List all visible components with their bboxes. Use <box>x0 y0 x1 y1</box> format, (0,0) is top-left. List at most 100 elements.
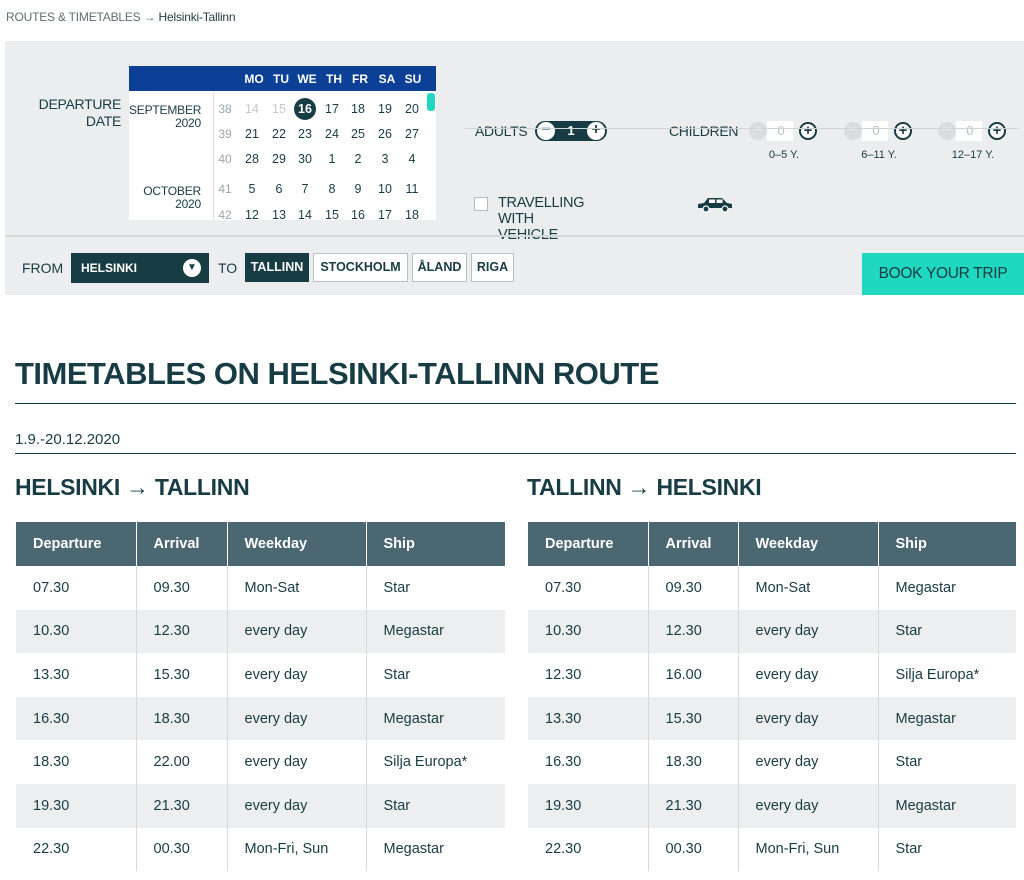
calendar-day[interactable]: 16 <box>294 98 316 120</box>
table-cell: every day <box>738 653 879 697</box>
timetable-helsinki-tallinn: Departure Arrival Weekday Ship 07.30 09.3… <box>16 522 505 872</box>
calendar-day[interactable]: 18 <box>345 102 371 116</box>
calendar-day[interactable]: 1 <box>319 152 345 166</box>
calendar-day[interactable]: 22 <box>266 127 292 141</box>
table-cell: every day <box>227 783 367 828</box>
calendar-day[interactable]: 10 <box>372 182 398 196</box>
table-cell: Mon-Fri, Sun <box>738 827 879 872</box>
calendar-day[interactable]: 21 <box>239 127 265 141</box>
children-6-11-minus-button[interactable]: − <box>844 122 862 140</box>
destination-aland-button[interactable]: ÅLAND <box>412 253 467 282</box>
calendar-day[interactable]: 16 <box>345 208 371 220</box>
calendar-day[interactable]: 28 <box>239 152 265 166</box>
table-cell: 22.00 <box>136 740 228 784</box>
table-row: 22.30 00.30 Mon-Fri, Sun Star <box>528 827 1016 872</box>
table-cell: 16.30 <box>16 696 137 741</box>
calendar-week-number: 40 <box>218 152 232 166</box>
adults-stepper: − 1 + <box>535 121 607 141</box>
children-12-17-plus-button[interactable]: + <box>988 122 1006 140</box>
breadcrumb: ROUTES & TIMETABLES → Helsinki-Tallinn <box>6 10 236 24</box>
calendar-day[interactable]: 8 <box>319 182 345 196</box>
calendar-day[interactable]: 17 <box>372 208 398 220</box>
table-cell: 10.30 <box>528 609 649 654</box>
booking-divider <box>5 235 1024 237</box>
table-row: 10.30 12.30 every day Star <box>528 609 1016 654</box>
table-cell: Star <box>366 783 505 828</box>
calendar-day[interactable]: 19 <box>372 102 398 116</box>
table-cell: Silja Europa* <box>878 653 1016 697</box>
calendar-day[interactable]: 9 <box>345 182 371 196</box>
calendar-day[interactable]: 18 <box>399 208 425 220</box>
children-label: CHILDREN <box>669 123 739 139</box>
calendar-day[interactable]: 20 <box>399 102 425 116</box>
adults-label: ADULTS <box>475 123 528 139</box>
children-0-5-minus-button[interactable]: − <box>749 122 767 140</box>
table-row: 12.30 16.00 every day Silja Europa* <box>528 653 1016 697</box>
calendar-day[interactable]: 5 <box>239 182 265 196</box>
table-cell: 00.30 <box>136 827 228 872</box>
calendar-day[interactable]: 24 <box>319 127 345 141</box>
adults-minus-button[interactable]: − <box>537 122 555 140</box>
table-cell: every day <box>738 740 879 784</box>
table-cell: Mon-Sat <box>738 566 879 610</box>
calendar-day[interactable]: 29 <box>266 152 292 166</box>
calendar-day[interactable]: 30 <box>292 152 318 166</box>
passenger-divider <box>465 128 1019 129</box>
calendar-day[interactable]: 2 <box>345 152 371 166</box>
table-cell: 19.30 <box>16 783 137 828</box>
column-header-arrival: Arrival <box>648 522 739 566</box>
calendar-day[interactable]: 13 <box>266 208 292 220</box>
calendar-scrollbar[interactable] <box>427 93 435 111</box>
table-cell: 09.30 <box>648 566 739 610</box>
table-cell: 13.30 <box>528 696 649 741</box>
calendar-day[interactable]: 4 <box>399 152 425 166</box>
calendar-day[interactable]: 6 <box>266 182 292 196</box>
destination-riga-button[interactable]: RIGA <box>471 253 514 282</box>
calendar-day[interactable]: 15 <box>319 208 345 220</box>
calendar-day[interactable]: 25 <box>345 127 371 141</box>
table-row: 16.30 18.30 every day Star <box>528 740 1016 784</box>
calendar-day[interactable]: 17 <box>319 102 345 116</box>
table-cell: 15.30 <box>648 696 739 741</box>
calendar-day[interactable]: 23 <box>292 127 318 141</box>
book-trip-button[interactable]: BOOK YOUR TRIP <box>862 253 1024 295</box>
weekday-label: FR <box>352 72 368 86</box>
column-header-ship: Ship <box>878 522 1016 566</box>
table-cell: every day <box>227 740 367 784</box>
table-cell: 07.30 <box>16 566 137 610</box>
adults-plus-button[interactable]: + <box>587 122 605 140</box>
chevron-down-icon: ▼ <box>183 259 201 277</box>
children-12-17-minus-button[interactable]: − <box>938 122 956 140</box>
calendar-week-number: 41 <box>218 182 232 196</box>
children-6-11-stepper: − 0 + <box>844 121 914 141</box>
from-select[interactable]: HELSINKI ▼ <box>71 253 209 283</box>
destination-tallinn-button[interactable]: TALLINN <box>245 253 309 282</box>
children-6-11-plus-button[interactable]: + <box>894 122 912 140</box>
breadcrumb-parent-link[interactable]: ROUTES & TIMETABLES <box>6 10 141 24</box>
title-rule <box>15 403 1016 404</box>
calendar-day[interactable]: 7 <box>292 182 318 196</box>
table-cell: 16.00 <box>648 653 739 697</box>
calendar-day[interactable]: 27 <box>399 127 425 141</box>
calendar-day[interactable]: 11 <box>399 182 425 196</box>
table-cell: Megastar <box>366 827 505 872</box>
period-rule <box>15 453 1016 454</box>
table-cell: 12.30 <box>136 609 228 654</box>
calendar-day[interactable]: 26 <box>372 127 398 141</box>
children-0-5-plus-button[interactable]: + <box>799 122 817 140</box>
car-icon <box>698 198 732 213</box>
calendar-day[interactable]: 3 <box>372 152 398 166</box>
vehicle-checkbox[interactable] <box>474 197 488 211</box>
calendar-day[interactable]: 14 <box>292 208 318 220</box>
calendar-day[interactable]: 12 <box>239 208 265 220</box>
weekday-label: TU <box>273 72 289 86</box>
table-cell: 21.30 <box>136 783 228 828</box>
calendar-month-october: OCTOBER 2020 <box>143 184 201 211</box>
column-header-ship: Ship <box>366 522 505 566</box>
destination-stockholm-button[interactable]: STOCKHOLM <box>313 253 408 282</box>
weekday-label: SU <box>404 72 422 86</box>
table-cell: 12.30 <box>648 609 739 654</box>
departure-calendar[interactable]: MO TU WE TH FR SA SU SEPTEMBER 2020 OCTO… <box>129 66 436 220</box>
table-row: 19.30 21.30 every day Star <box>16 783 505 828</box>
to-label: TO <box>218 260 238 276</box>
